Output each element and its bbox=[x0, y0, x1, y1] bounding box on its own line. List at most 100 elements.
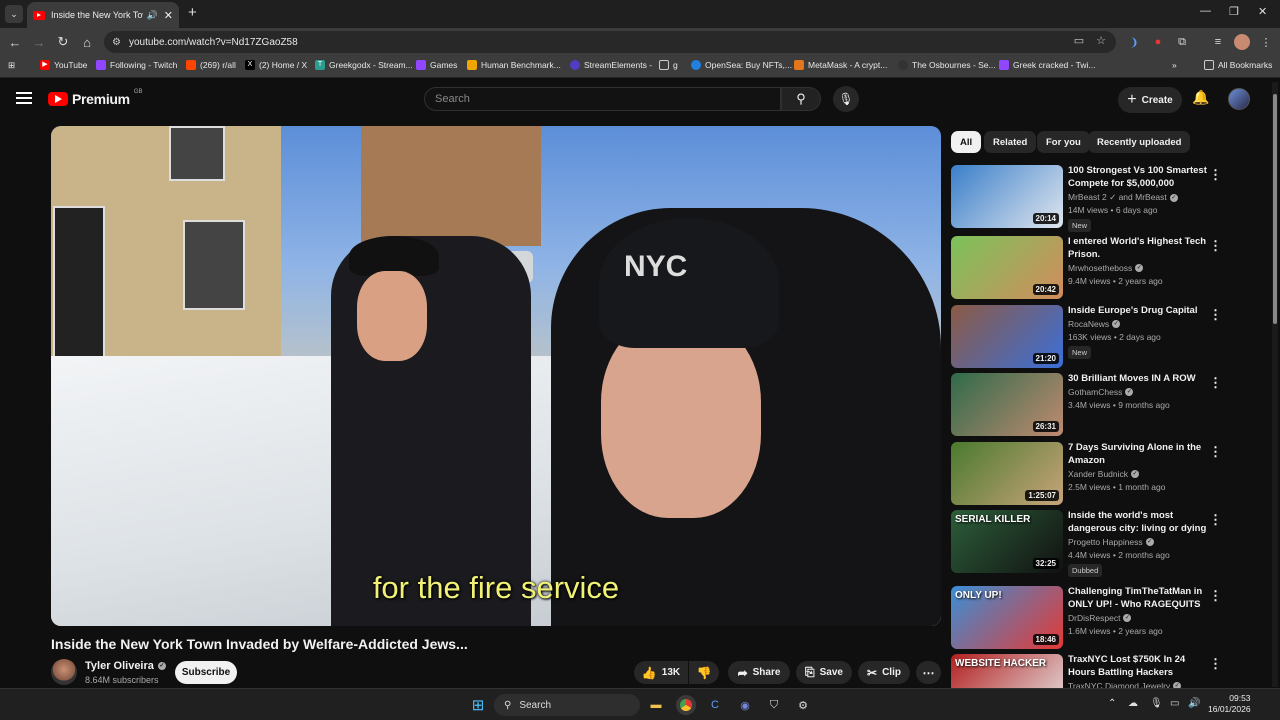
recommendation-item[interactable]: 21:20 Inside Europe's Drug Capital RocaNew… bbox=[951, 305, 1261, 369]
bookmark-x-home[interactable]: X (2) Home / X bbox=[245, 60, 307, 70]
browser-menu-icon[interactable]: ⋮ bbox=[1258, 34, 1274, 50]
tab-search-dropdown-icon[interactable]: ⌄ bbox=[5, 5, 23, 23]
recommendation-channel[interactable]: RocaNews ✓ bbox=[1068, 319, 1121, 329]
cast-icon[interactable]: ▭ bbox=[1074, 34, 1084, 47]
address-bar[interactable]: ⚙ youtube.com/watch?v=Nd17ZGaoZ58 ▭ ☆ bbox=[104, 31, 1116, 53]
recommendation-channel[interactable]: DrDisRespect ✓ bbox=[1068, 613, 1132, 623]
notifications-bell-icon[interactable]: 🔔 bbox=[1192, 89, 1209, 106]
recommendation-title[interactable]: Inside Europe's Drug Capital bbox=[1068, 305, 1208, 318]
recommendation-channel[interactable]: Progetto Happiness ✓ bbox=[1068, 537, 1154, 547]
recommendation-title[interactable]: 30 Brilliant Moves IN A ROW bbox=[1068, 373, 1208, 386]
recommendation-channel[interactable]: MrBeast 2 ✓ and MrBeast ✓ bbox=[1068, 192, 1178, 203]
shield-app-icon[interactable]: ⛉ bbox=[764, 695, 784, 715]
network-icon[interactable]: ▭ bbox=[1170, 698, 1179, 709]
more-actions-button[interactable]: ⋯ bbox=[916, 661, 941, 684]
windows-start-icon[interactable]: ⊞ bbox=[468, 695, 488, 715]
bookmark-folder-g[interactable]: g bbox=[659, 60, 678, 70]
chrome-icon[interactable] bbox=[676, 695, 696, 715]
close-window-icon[interactable]: ✕ bbox=[1258, 5, 1267, 18]
more-options-icon[interactable]: ⋮ bbox=[1209, 444, 1222, 460]
recommendation-title[interactable]: Challenging TimTheTatMan in ONLY UP! - W… bbox=[1068, 586, 1208, 612]
chip-recently-uploaded[interactable]: Recently uploaded bbox=[1088, 131, 1191, 153]
more-options-icon[interactable]: ⋮ bbox=[1209, 167, 1222, 183]
bookmark-greekgodx[interactable]: T Greekgodx - Stream... bbox=[315, 60, 413, 70]
recommendation-title[interactable]: Inside the world's most dangerous city: … bbox=[1068, 510, 1208, 536]
recommendation-item[interactable]: ONLY UP! 18:46 Challenging TimTheTatMan in… bbox=[951, 586, 1261, 650]
file-explorer-icon[interactable]: ▬ bbox=[646, 695, 666, 715]
apps-grid-icon[interactable]: ⊞ bbox=[8, 60, 15, 71]
extensions-puzzle-icon[interactable]: ⧉ bbox=[1174, 34, 1190, 50]
recommendation-channel[interactable]: Mrwhosetheboss ✓ bbox=[1068, 263, 1144, 273]
recommendation-channel[interactable]: Xander Budnick ✓ bbox=[1068, 469, 1140, 479]
bookmark-reddit[interactable]: (269) r/all bbox=[186, 60, 236, 70]
recommendation-thumbnail[interactable]: 20:42 bbox=[951, 236, 1063, 299]
more-options-icon[interactable]: ⋮ bbox=[1209, 238, 1222, 254]
bookmark-osbournes[interactable]: The Osbournes - Se... bbox=[898, 60, 996, 70]
clip-button[interactable]: ✂ Clip bbox=[858, 661, 910, 684]
recommendation-thumbnail[interactable]: 20:14 bbox=[951, 165, 1063, 228]
recommendation-thumbnail[interactable]: SERIAL KILLER 32:25 bbox=[951, 510, 1063, 573]
dislike-button[interactable]: 👎 bbox=[689, 661, 719, 684]
settings-gear-icon[interactable]: ⚙ bbox=[793, 695, 813, 715]
hamburger-menu-icon[interactable] bbox=[16, 92, 32, 104]
restore-icon[interactable]: ❐ bbox=[1229, 5, 1239, 18]
bookmark-greek-cracked[interactable]: Greek cracked - Twi... bbox=[999, 60, 1096, 70]
bookmark-human-benchmark[interactable]: Human Benchmark... bbox=[467, 60, 561, 70]
browser-tab-active[interactable]: Inside the New York Town I 🔊 ✕ bbox=[27, 2, 179, 28]
taskbar-clock[interactable]: 09:53 16/01/2026 bbox=[1208, 693, 1251, 715]
recommendation-thumbnail[interactable]: 1:25:07 bbox=[951, 442, 1063, 505]
close-tab-icon[interactable]: ✕ bbox=[164, 9, 173, 22]
app-c-icon[interactable]: C bbox=[705, 695, 725, 715]
more-options-icon[interactable]: ⋮ bbox=[1209, 375, 1222, 391]
create-button[interactable]: + Create bbox=[1118, 87, 1182, 113]
chip-all[interactable]: All bbox=[951, 131, 982, 153]
video-player[interactable]: NYC for the fire service bbox=[51, 126, 941, 626]
recommendation-title[interactable]: I entered World's Highest Tech Prison. bbox=[1068, 236, 1208, 261]
taskbar-search[interactable]: ⚲ Search bbox=[494, 694, 640, 716]
bookmark-star-icon[interactable]: ☆ bbox=[1096, 34, 1106, 47]
mic-tray-icon[interactable]: 🎙 bbox=[1150, 698, 1163, 709]
more-options-icon[interactable]: ⋮ bbox=[1209, 307, 1222, 323]
recommendation-channel[interactable]: GothamChess ✓ bbox=[1068, 387, 1134, 397]
bookmark-metamask[interactable]: MetaMask - A crypt... bbox=[794, 60, 887, 70]
voice-search-mic-icon[interactable]: 🎙 bbox=[833, 86, 859, 112]
recommendation-thumbnail[interactable]: 26:31 bbox=[951, 373, 1063, 436]
media-control-icon[interactable]: ≡ bbox=[1210, 34, 1226, 50]
reload-icon[interactable]: ↻ bbox=[54, 33, 72, 51]
recommendation-thumbnail[interactable]: 21:20 bbox=[951, 305, 1063, 368]
chip-related[interactable]: Related bbox=[984, 131, 1037, 153]
volume-icon[interactable]: 🔊 bbox=[1188, 698, 1200, 709]
all-bookmarks-folder[interactable]: All Bookmarks bbox=[1204, 60, 1272, 70]
discord-icon[interactable]: ◉ bbox=[735, 695, 755, 715]
more-options-icon[interactable]: ⋮ bbox=[1209, 512, 1222, 528]
tray-overflow-icon[interactable]: ⌃ bbox=[1108, 698, 1116, 709]
page-scrollbar-thumb[interactable] bbox=[1273, 94, 1277, 324]
recommendation-thumbnail[interactable]: ONLY UP! 18:46 bbox=[951, 586, 1063, 649]
search-input[interactable]: Search bbox=[424, 87, 781, 111]
minimize-icon[interactable]: — bbox=[1200, 5, 1211, 17]
recommendation-item[interactable]: SERIAL KILLER 32:25 Inside the world's mos… bbox=[951, 510, 1261, 577]
new-tab-button[interactable]: + bbox=[188, 4, 197, 21]
bookmark-twitch-following[interactable]: Following - Twitch bbox=[96, 60, 177, 70]
save-button[interactable]: ⎘ Save bbox=[796, 661, 852, 684]
site-info-icon[interactable]: ⚙ bbox=[112, 37, 121, 48]
more-options-icon[interactable]: ⋮ bbox=[1209, 656, 1222, 672]
bookmark-games[interactable]: Games bbox=[416, 60, 457, 70]
bookmark-streamelements[interactable]: StreamElements - bbox=[570, 60, 652, 70]
recommendation-item[interactable]: 1:25:07 7 Days Surviving Alone in the Ama… bbox=[951, 442, 1261, 506]
chip-for-you[interactable]: For you bbox=[1037, 131, 1090, 153]
profile-avatar-icon[interactable] bbox=[1234, 34, 1250, 50]
channel-name[interactable]: Tyler Oliveira ✓ bbox=[85, 660, 166, 672]
account-avatar[interactable] bbox=[1228, 88, 1250, 110]
share-button[interactable]: ➦ Share bbox=[728, 661, 790, 684]
subscribe-button[interactable]: Subscribe bbox=[175, 661, 237, 684]
recommendation-item[interactable]: 20:14 100 Strongest Vs 100 Smartest Compe… bbox=[951, 165, 1261, 232]
more-options-icon[interactable]: ⋮ bbox=[1209, 588, 1222, 604]
back-icon[interactable]: ← bbox=[6, 33, 24, 51]
search-button-icon[interactable]: ⚲ bbox=[781, 87, 821, 111]
onedrive-icon[interactable]: ☁ bbox=[1128, 698, 1138, 709]
recommendation-title[interactable]: TraxNYC Lost $750K In 24 Hours Battling … bbox=[1068, 654, 1208, 679]
bookmark-youtube[interactable]: ▶ YouTube bbox=[40, 60, 87, 70]
bookmark-opensea[interactable]: OpenSea: Buy NFTs,... bbox=[691, 60, 792, 70]
home-icon[interactable]: ⌂ bbox=[78, 33, 96, 51]
